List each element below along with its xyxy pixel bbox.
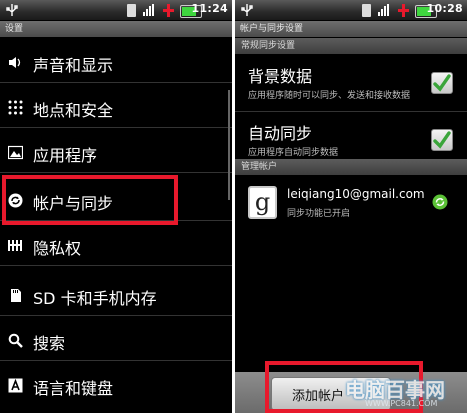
setting-description: 应用程序随时可以同步、发送和接收数据 [248,91,411,101]
privacy-bars-icon [8,238,23,253]
status-time: 11:24 [191,2,228,15]
scrollbar[interactable] [228,90,230,200]
accounts-sync-screen: 10:28 帐户与同步设置 常规同步设置 背景数据 应用程序随时可以同步、发送和… [235,0,467,413]
memory-card-icon [127,4,136,17]
health-plus-icon [162,3,175,17]
status-bar: 11:24 [0,0,232,21]
health-plus-icon [397,3,410,17]
menu-item-label: SD 卡和手机内存 [33,289,157,308]
setting-background-data[interactable]: 背景数据 应用程序随时可以同步、发送和接收数据 [235,55,467,112]
menu-item-applications[interactable]: 应用程序 [0,133,232,173]
menu-item-sound-display[interactable]: 声音和显示 [0,43,232,83]
menu-item-label: 隐私权 [33,239,82,258]
menu-item-label: 地点和安全 [33,101,114,120]
usb-icon [239,3,255,17]
highlight-box [2,175,178,225]
google-logo-icon: g [248,186,277,219]
image-icon [7,145,24,160]
sync-active-icon [432,194,448,210]
section-header-general-sync: 常规同步设置 [235,38,467,54]
account-row[interactable]: g leiqiang10@gmail.com 同步功能已开启 [235,175,467,227]
sdcard-icon [8,288,23,303]
menu-item-label: 语言和键盘 [33,379,114,398]
menu-item-label: 声音和显示 [33,56,114,75]
menu-item-language-keyboard[interactable]: 语言和键盘 [0,366,232,406]
status-time: 10:28 [426,2,463,15]
magnifier-icon [8,333,23,348]
page-title: 帐户与同步设置 [235,21,467,37]
menu-item-label: 搜索 [33,334,66,353]
setting-description: 应用程序自动同步数据 [248,148,339,158]
settings-screen: 11:24 设置 声音和显示 地点和安全 应用程序 帐户与同步 隐私权 SD 卡… [0,0,232,413]
background-data-checkbox[interactable] [431,72,453,94]
page-title: 设置 [0,21,232,37]
menu-item-privacy[interactable]: 隐私权 [0,226,232,266]
speaker-icon [8,55,23,70]
usb-icon [4,3,20,17]
memory-card-icon [362,4,371,17]
setting-title: 背景数据 [248,67,313,86]
menu-item-sd-storage[interactable]: SD 卡和手机内存 [0,276,232,316]
setting-title: 自动同步 [248,124,313,143]
account-email: leiqiang10@gmail.com [287,187,425,201]
site-watermark: 电脑百事网 WWW.PC841.COM [335,372,465,412]
signal-icon [142,3,156,17]
watermark-url: WWW.PC841.COM [365,399,438,408]
menu-item-label: 应用程序 [33,146,98,165]
status-bar: 10:28 [235,0,467,21]
section-header-manage-accounts: 管理帐户 [235,159,467,175]
keyboard-a-icon [8,378,23,393]
menu-item-search[interactable]: 搜索 [0,321,232,361]
menu-item-location-security[interactable]: 地点和安全 [0,88,232,128]
account-sync-status: 同步功能已开启 [287,209,351,219]
signal-icon [377,3,391,17]
location-grid-icon [8,100,23,115]
auto-sync-checkbox[interactable] [431,129,453,151]
